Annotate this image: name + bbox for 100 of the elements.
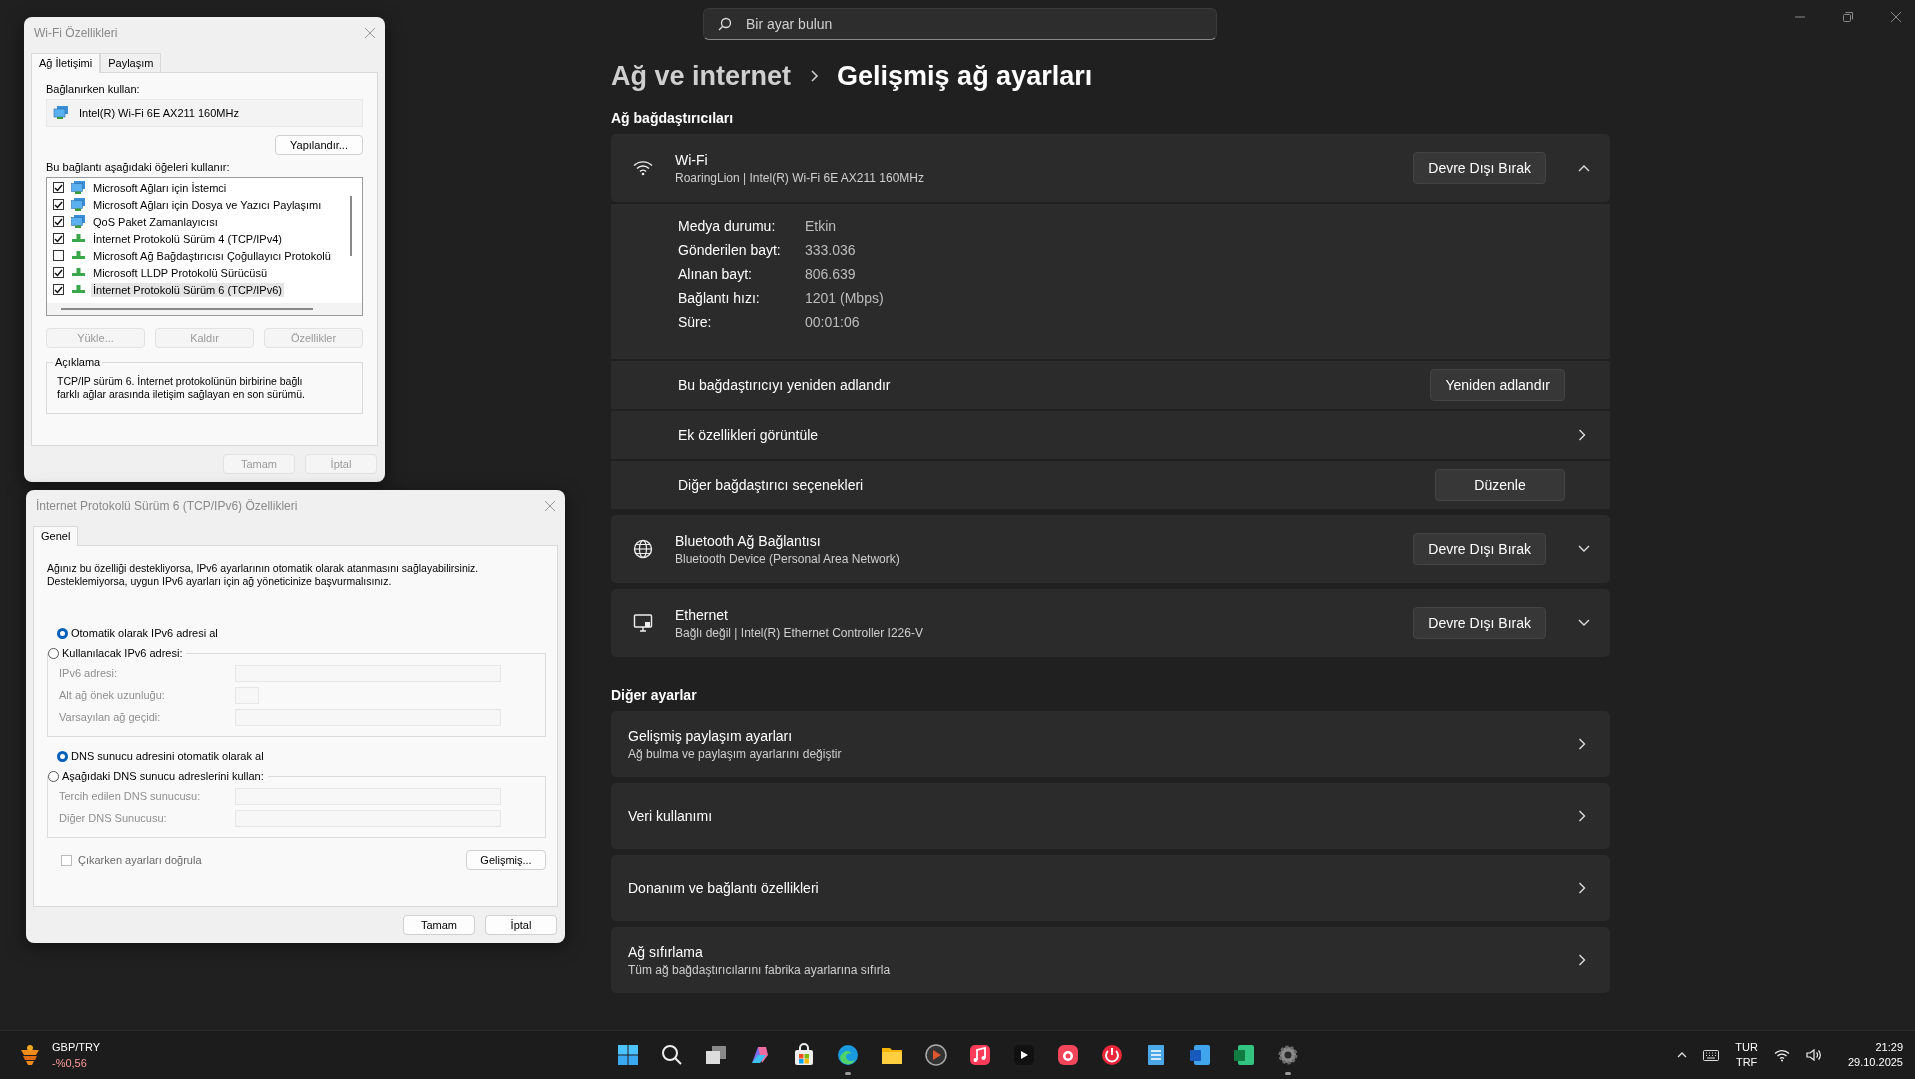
checkbox[interactable] xyxy=(53,199,64,210)
list-item[interactable]: İnternet Protokolü Sürüm 4 (TCP/IPv4) xyxy=(91,231,284,246)
property-label: Alınan bayt: xyxy=(678,266,753,282)
radio-button[interactable] xyxy=(57,750,68,762)
list-item[interactable]: QoS Paket Zamanlayıcısı xyxy=(91,214,220,229)
list-item[interactable]: İnternet Protokolü Sürüm 6 (TCP/IPv6) xyxy=(91,282,284,297)
restore-icon[interactable] xyxy=(1843,12,1853,22)
tab[interactable]: Paylaşım xyxy=(100,53,162,72)
app-icon[interactable] xyxy=(1056,1043,1080,1067)
checkbox[interactable] xyxy=(53,267,64,278)
property-value: 333.036 xyxy=(805,242,856,258)
clock[interactable]: 21:29 29.10.2025 xyxy=(1847,1040,1903,1070)
network-protocol-icon xyxy=(71,234,86,243)
search-field[interactable]: Bir ayar bulun xyxy=(703,8,1217,40)
field-label: Alt ağ önek uzunluğu: xyxy=(59,689,166,702)
search-input[interactable]: Bir ayar bulun xyxy=(744,15,1202,33)
gear-icon[interactable] xyxy=(1276,1043,1300,1067)
adapter-card[interactable]: Bluetooth Ağ Bağlantısı Bluetooth Device (Personal Area Network) Devre Dışı Bırak xyxy=(611,515,1610,583)
settings-link-card[interactable]: Ağ sıfırlama Tüm ağ bağdaştırıcılarını fabrika ayarlarına sıfırla xyxy=(611,927,1610,993)
group-title: Açıklama xyxy=(53,356,103,368)
field-label: Tercih edilen DNS sunucusu: xyxy=(59,790,202,803)
adapter-detail: RoaringLion | Intel(R) Wi-Fi 6E AX211 160MHz xyxy=(675,170,925,185)
chevron-up-icon[interactable] xyxy=(1677,1052,1688,1058)
link-subtitle: Tüm ağ bağdaştırıcılarını fabrika ayarlarına sıfırla xyxy=(628,962,892,977)
row-label: Bu bağdaştırıcıyı yeniden adlandır xyxy=(678,377,892,393)
radio-label: DNS sunucu adresini otomatik olarak al xyxy=(71,750,264,763)
checkbox[interactable] xyxy=(53,233,64,244)
window-title: Wi-Fi Özellikleri xyxy=(34,26,118,40)
configure-button[interactable]: Yapılandır... xyxy=(275,135,363,155)
adapter-card[interactable]: Ethernet Bağlı değil | Intel(R) Ethernet Controller I226-V Devre Dışı Bırak xyxy=(611,589,1610,657)
network-monitor-icon xyxy=(53,106,69,120)
radio-button[interactable] xyxy=(48,770,59,782)
page-title: Gelişmiş ağ ayarları xyxy=(837,60,1093,92)
list-item[interactable]: Microsoft Ağları için İstemci xyxy=(91,180,229,195)
settings-row[interactable]: Ek özellikleri görüntüle xyxy=(611,411,1610,459)
checkbox[interactable] xyxy=(53,182,64,193)
widget-title: GBP/TRY xyxy=(52,1040,101,1055)
play-icon[interactable] xyxy=(924,1043,948,1067)
weather-icon xyxy=(18,1044,42,1066)
settings-link-card[interactable]: Donanım ve bağlantı özellikleri xyxy=(611,855,1610,921)
checkbox[interactable] xyxy=(61,854,72,866)
chevron-right-icon xyxy=(1578,882,1586,894)
adapter-name: Wi-Fi xyxy=(675,151,709,168)
network-monitor-icon xyxy=(71,214,86,229)
intro-text: Ağınız bu özelliği destekliyorsa, IPv6 ayarlarının otomatik olarak atanmasını sağlayabilirsiniz. Desteklemiyorsa, uygun IPv6 ayarları için ağ yöneticinize başvurmalısınız. xyxy=(47,562,480,589)
wifi-icon[interactable] xyxy=(1773,1048,1790,1062)
advanced-button[interactable]: Gelişmiş... xyxy=(466,850,546,871)
adapter-name: Ethernet xyxy=(675,606,729,623)
field-label: Diğer DNS Sunucusu: xyxy=(59,812,168,825)
radio-button[interactable] xyxy=(48,647,59,659)
list-item[interactable]: Microsoft Ağları için Dosya ve Yazıcı Paylaşımı xyxy=(91,197,324,212)
chevron-right-icon xyxy=(1578,954,1586,966)
power-icon[interactable] xyxy=(1100,1043,1124,1067)
field-label: Varsayılan ağ geçidi: xyxy=(59,711,162,724)
network-protocol-icon xyxy=(71,285,86,294)
search-icon[interactable] xyxy=(660,1043,684,1067)
checkbox[interactable] xyxy=(53,250,64,261)
keyboard-icon[interactable] xyxy=(1703,1049,1720,1061)
property-label: Süre: xyxy=(678,314,713,330)
disable-button[interactable]: Devre Dışı Bırak xyxy=(1413,607,1546,639)
browser-icon[interactable] xyxy=(836,1043,860,1067)
settings-link-card[interactable]: Veri kullanımı xyxy=(611,783,1610,849)
radio-button[interactable] xyxy=(57,627,68,639)
field-label: IPv6 adresi: xyxy=(59,667,119,680)
radio-label: Kullanılacak IPv6 adresi: xyxy=(62,647,183,660)
checkbox[interactable] xyxy=(53,284,64,295)
chevron-right-icon xyxy=(1578,738,1586,750)
chevron-right-icon xyxy=(1578,429,1586,441)
list-item[interactable]: Microsoft Ağ Bağdaştırıcısı Çoğullayıcı Protokolü xyxy=(91,248,333,263)
settings-link-card[interactable]: Gelişmiş paylaşım ayarları Ağ bulma ve paylaşım ayarlarını değiştir xyxy=(611,711,1610,777)
adapter-field: Intel(R) Wi-Fi 6E AX211 160MHz xyxy=(46,99,363,127)
tab[interactable]: Genel xyxy=(33,526,79,546)
adapter-name: Bluetooth Ağ Bağlantısı xyxy=(675,532,822,549)
dialog-button[interactable]: Tamam xyxy=(403,915,475,935)
row-button[interactable]: Yeniden adlandır xyxy=(1430,369,1565,401)
adapter-card[interactable]: Wi-Fi RoaringLion | Intel(R) Wi-Fi 6E AX211 160MHz Devre Dışı Bırak xyxy=(611,134,1610,202)
network-protocol-icon xyxy=(71,251,86,260)
row-button[interactable]: Düzenle xyxy=(1435,469,1565,501)
disable-button[interactable]: Devre Dışı Bırak xyxy=(1413,152,1546,184)
tab[interactable]: Ağ İletişimi xyxy=(31,53,101,73)
stacked-windows-icon[interactable] xyxy=(704,1043,728,1067)
row-label: Ek özellikleri görüntüle xyxy=(678,427,820,443)
windows-logo-icon[interactable] xyxy=(616,1043,640,1067)
spreadsheet-icon[interactable] xyxy=(1232,1043,1256,1067)
link-title: Gelişmiş paylaşım ayarları xyxy=(628,727,794,744)
link-title: Ağ sıfırlama xyxy=(628,943,704,960)
shopping-bag-icon[interactable] xyxy=(792,1043,816,1067)
close-icon[interactable] xyxy=(1891,12,1901,22)
music-note-icon[interactable] xyxy=(968,1043,992,1067)
checkbox[interactable] xyxy=(53,216,64,227)
tv-icon[interactable] xyxy=(1012,1043,1036,1067)
document-icon[interactable] xyxy=(1188,1043,1212,1067)
disable-button[interactable]: Devre Dışı Bırak xyxy=(1413,533,1546,565)
breadcrumb-link[interactable]: Ağ ve internet xyxy=(611,60,792,92)
list-item[interactable]: Microsoft LLDP Protokolü Sürücüsü xyxy=(91,265,270,280)
wifi-icon xyxy=(631,160,655,176)
chevron-right-icon xyxy=(1578,810,1586,822)
volume-icon[interactable] xyxy=(1805,1048,1822,1062)
dialog-button[interactable]: İptal xyxy=(485,915,557,935)
language-indicator[interactable]: TUR TRF xyxy=(1735,1040,1758,1070)
